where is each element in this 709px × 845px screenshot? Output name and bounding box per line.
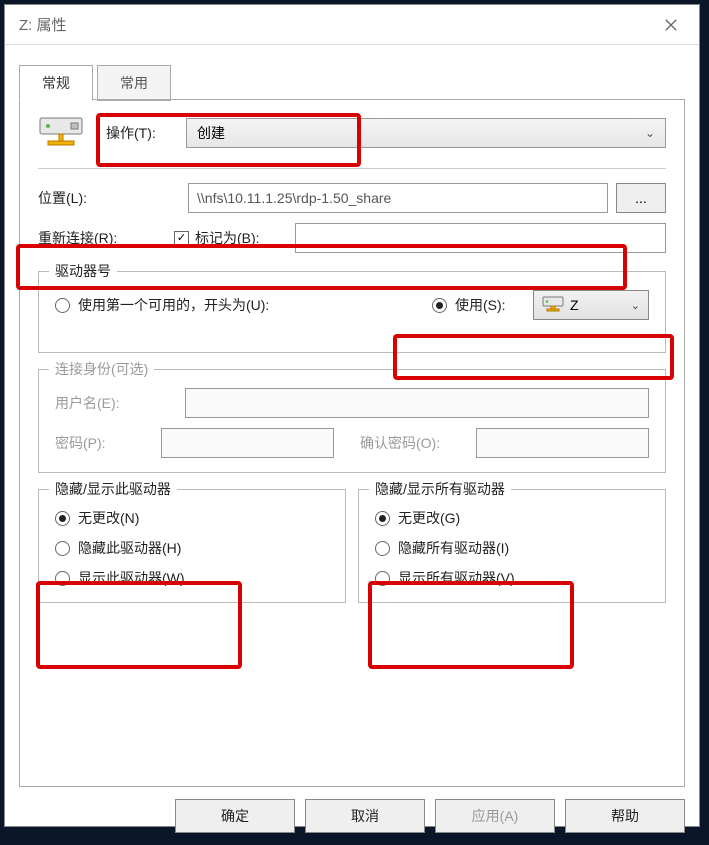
- this-show-label: 显示此驱动器(W): [78, 568, 185, 588]
- hide-this-legend: 隐藏/显示此驱动器: [49, 479, 177, 499]
- drive-letter-group: 驱动器号 使用第一个可用的，开头为(U): 使用(S): Z ⌄: [38, 271, 666, 353]
- labelas-input[interactable]: [295, 223, 666, 253]
- labelas-label: 标记为(B):: [195, 228, 295, 248]
- radio-all-hide[interactable]: [375, 541, 390, 556]
- radio-this-nochange[interactable]: [55, 511, 70, 526]
- tab-general-label: 常规: [42, 75, 70, 91]
- username-label: 用户名(E):: [55, 393, 185, 413]
- chevron-down-icon: ⌄: [631, 299, 640, 312]
- chevron-down-icon: ⌄: [645, 126, 655, 140]
- radio-use-letter[interactable]: [432, 298, 447, 313]
- cancel-button[interactable]: 取消: [305, 799, 425, 833]
- cancel-label: 取消: [351, 806, 379, 826]
- browse-label: ...: [635, 190, 647, 206]
- window-title: Z: 属性: [19, 14, 651, 35]
- tab-common[interactable]: 常用: [97, 65, 171, 101]
- tab-panel-general: 操作(T): 创建 ⌄ 位置(L): \\nfs\10.11.1.25\rdp-…: [19, 99, 685, 787]
- content-area: 常规 常用 操作(T): 创建 ⌄: [5, 45, 699, 787]
- radio-this-hide[interactable]: [55, 541, 70, 556]
- drive-letter-value: Z: [570, 297, 579, 313]
- password-label: 密码(P):: [55, 433, 161, 453]
- hide-this-group: 隐藏/显示此驱动器 无更改(N) 隐藏此驱动器(H) 显示此驱动器(W): [38, 489, 346, 603]
- use-first-label: 使用第一个可用的，开头为(U):: [78, 295, 432, 315]
- network-drive-icon: [38, 116, 84, 150]
- apply-label: 应用(A): [472, 806, 519, 826]
- confirm-label: 确认密码(O):: [360, 433, 476, 453]
- drive-legend: 驱动器号: [49, 261, 117, 281]
- location-input[interactable]: \\nfs\10.11.1.25\rdp-1.50_share: [188, 183, 608, 213]
- close-icon[interactable]: [651, 5, 691, 45]
- drive-mini-icon: [542, 296, 564, 315]
- tab-strip: 常规 常用: [19, 65, 685, 100]
- reconnect-checkbox[interactable]: ✓: [174, 231, 189, 246]
- radio-all-nochange[interactable]: [375, 511, 390, 526]
- tab-common-label: 常用: [120, 75, 148, 91]
- titlebar: Z: 属性: [5, 5, 699, 45]
- apply-button[interactable]: 应用(A): [435, 799, 555, 833]
- button-bar: 确定 取消 应用(A) 帮助: [5, 787, 699, 845]
- all-nochange-label: 无更改(G): [398, 508, 460, 528]
- creds-legend: 连接身份(可选): [49, 359, 154, 379]
- properties-dialog: Z: 属性 常规 常用 操作(T):: [4, 4, 700, 827]
- credentials-group: 连接身份(可选) 用户名(E): 密码(P): 确认密码(O):: [38, 369, 666, 473]
- browse-button[interactable]: ...: [616, 183, 666, 213]
- ok-label: 确定: [221, 806, 249, 826]
- location-label: 位置(L):: [38, 188, 188, 208]
- action-label: 操作(T):: [106, 123, 186, 143]
- divider: [38, 168, 666, 169]
- this-hide-label: 隐藏此驱动器(H): [78, 538, 181, 558]
- action-combo[interactable]: 创建 ⌄: [186, 118, 666, 148]
- username-input[interactable]: [185, 388, 649, 418]
- all-show-label: 显示所有驱动器(V): [398, 568, 515, 588]
- radio-use-first[interactable]: [55, 298, 70, 313]
- radio-all-show[interactable]: [375, 571, 390, 586]
- hideshow-row: 隐藏/显示此驱动器 无更改(N) 隐藏此驱动器(H) 显示此驱动器(W) 隐藏/…: [38, 489, 666, 619]
- use-letter-label: 使用(S):: [455, 295, 533, 315]
- action-value: 创建: [197, 123, 225, 143]
- ok-button[interactable]: 确定: [175, 799, 295, 833]
- help-button[interactable]: 帮助: [565, 799, 685, 833]
- drive-letter-combo[interactable]: Z ⌄: [533, 290, 649, 320]
- location-value: \\nfs\10.11.1.25\rdp-1.50_share: [197, 190, 391, 206]
- password-input[interactable]: [161, 428, 334, 458]
- hide-all-legend: 隐藏/显示所有驱动器: [369, 479, 511, 499]
- reconnect-label: 重新连接(R):: [38, 228, 174, 248]
- radio-this-show[interactable]: [55, 571, 70, 586]
- all-hide-label: 隐藏所有驱动器(I): [398, 538, 509, 558]
- hide-all-group: 隐藏/显示所有驱动器 无更改(G) 隐藏所有驱动器(I) 显示所有驱动器(V): [358, 489, 666, 603]
- help-label: 帮助: [611, 806, 639, 826]
- confirm-input[interactable]: [476, 428, 649, 458]
- this-nochange-label: 无更改(N): [78, 508, 139, 528]
- tab-general[interactable]: 常规: [19, 65, 93, 101]
